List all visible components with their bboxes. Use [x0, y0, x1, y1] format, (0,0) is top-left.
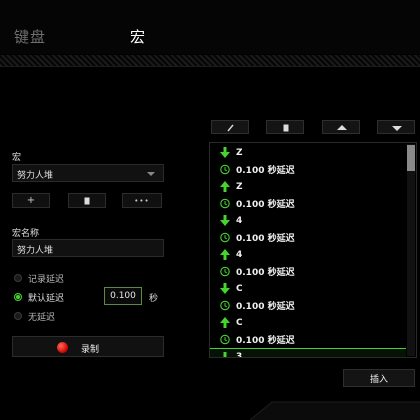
event-text: 0.100 秒延迟 — [236, 166, 295, 176]
list-item[interactable]: 0.100 秒延迟 — [210, 297, 406, 314]
event-text: 0.100 秒延迟 — [236, 200, 295, 210]
event-text: C — [236, 283, 243, 294]
macro-select-value: 努力人堆 — [17, 171, 54, 181]
delay-unit-label: 秒 — [149, 294, 159, 304]
top-nav-bar: 键盘 宏 — [0, 0, 420, 54]
scrollbar-track[interactable] — [407, 144, 415, 356]
default-delay-input[interactable]: 0.100 — [104, 287, 142, 305]
clock-icon — [220, 266, 230, 277]
macro-name-field[interactable]: 努力人堆 — [12, 239, 164, 257]
event-text: Z — [236, 147, 243, 158]
trash-icon — [283, 124, 289, 132]
clock-icon — [220, 334, 230, 345]
radio-indicator — [14, 312, 22, 320]
rename-label: 宏名称 — [12, 229, 40, 239]
record-button[interactable]: 录制 — [12, 336, 164, 357]
list-item[interactable]: 0.100 秒延迟 — [210, 263, 406, 280]
list-item[interactable]: 0.100 秒延迟 — [210, 195, 406, 212]
key-up-icon — [220, 249, 230, 260]
radio-indicator — [14, 274, 22, 282]
event-text: 0.100 秒延迟 — [236, 302, 295, 312]
move-down-icon — [392, 126, 402, 131]
key-down-icon — [220, 215, 230, 226]
list-item[interactable]: 0.100 秒延迟 — [210, 161, 406, 178]
event-text: 0.100 秒延迟 — [236, 234, 295, 244]
clock-icon — [220, 164, 230, 175]
radio-indicator — [14, 293, 22, 301]
record-button-label: 录制 — [81, 345, 100, 355]
list-item[interactable]: 4 — [210, 246, 406, 263]
radio-label: 默认延迟 — [28, 293, 65, 304]
event-text: 4 — [236, 215, 243, 226]
record-icon — [57, 342, 68, 353]
list-item[interactable]: Z — [210, 178, 406, 195]
macro-select[interactable]: 努力人堆 — [12, 164, 164, 182]
move-up-icon — [337, 125, 347, 130]
delete-event-button[interactable] — [266, 120, 304, 134]
plus-icon: + — [26, 195, 36, 206]
key-down-icon — [220, 147, 230, 158]
list-item[interactable]: Z — [210, 144, 406, 161]
list-item[interactable]: C — [210, 314, 406, 331]
list-item[interactable]: 4 — [210, 212, 406, 229]
clock-icon — [220, 300, 230, 311]
clock-icon — [220, 198, 230, 209]
decorative-stripe — [0, 55, 420, 66]
move-down-button[interactable] — [377, 120, 415, 134]
radio-label: 无延迟 — [28, 312, 56, 323]
event-text: 0.100 秒延迟 — [236, 336, 295, 346]
macro-event-list[interactable]: Z 0.100 秒延迟 Z 0.100 秒延迟 4 0.100 秒延迟 4 0.… — [209, 142, 417, 358]
tab-macro[interactable]: 宏 — [130, 26, 146, 47]
key-up-icon — [220, 317, 230, 328]
radio-no-delay[interactable]: 无延迟 — [14, 310, 56, 323]
list-item[interactable]: C — [210, 280, 406, 297]
clock-icon — [220, 232, 230, 243]
radio-label: 记录延迟 — [28, 274, 65, 285]
trash-icon — [84, 197, 90, 204]
add-macro-button[interactable]: + — [12, 193, 50, 208]
list-item-selected[interactable]: 3 — [210, 348, 406, 358]
macro-label: 宏 — [12, 153, 22, 163]
chevron-down-icon — [147, 172, 155, 176]
list-item[interactable]: 0.100 秒延迟 — [210, 331, 406, 348]
event-text: C — [236, 317, 243, 328]
event-text: 4 — [236, 249, 243, 260]
event-text: 0.100 秒延迟 — [236, 268, 295, 278]
key-down-icon — [220, 283, 230, 294]
delete-macro-button[interactable] — [68, 193, 106, 208]
radio-record-delay[interactable]: 记录延迟 — [14, 272, 65, 285]
edit-icon — [227, 124, 234, 132]
more-icon: ••• — [134, 196, 150, 205]
event-text: 3 — [236, 352, 243, 358]
macro-name-value: 努力人堆 — [17, 246, 54, 256]
decorative-corner — [250, 401, 420, 420]
event-text: Z — [236, 181, 243, 192]
key-up-icon — [220, 181, 230, 192]
more-options-button[interactable]: ••• — [122, 193, 162, 208]
radio-default-delay[interactable]: 默认延迟 — [14, 291, 65, 304]
list-item[interactable]: 0.100 秒延迟 — [210, 229, 406, 246]
edit-event-button[interactable] — [211, 120, 249, 134]
tab-keyboard[interactable]: 键盘 — [14, 26, 46, 47]
divider — [0, 66, 420, 67]
insert-button[interactable]: 插入 — [343, 369, 415, 387]
scrollbar-thumb[interactable] — [407, 145, 415, 171]
key-down-icon — [220, 351, 230, 357]
move-up-button[interactable] — [322, 120, 360, 134]
